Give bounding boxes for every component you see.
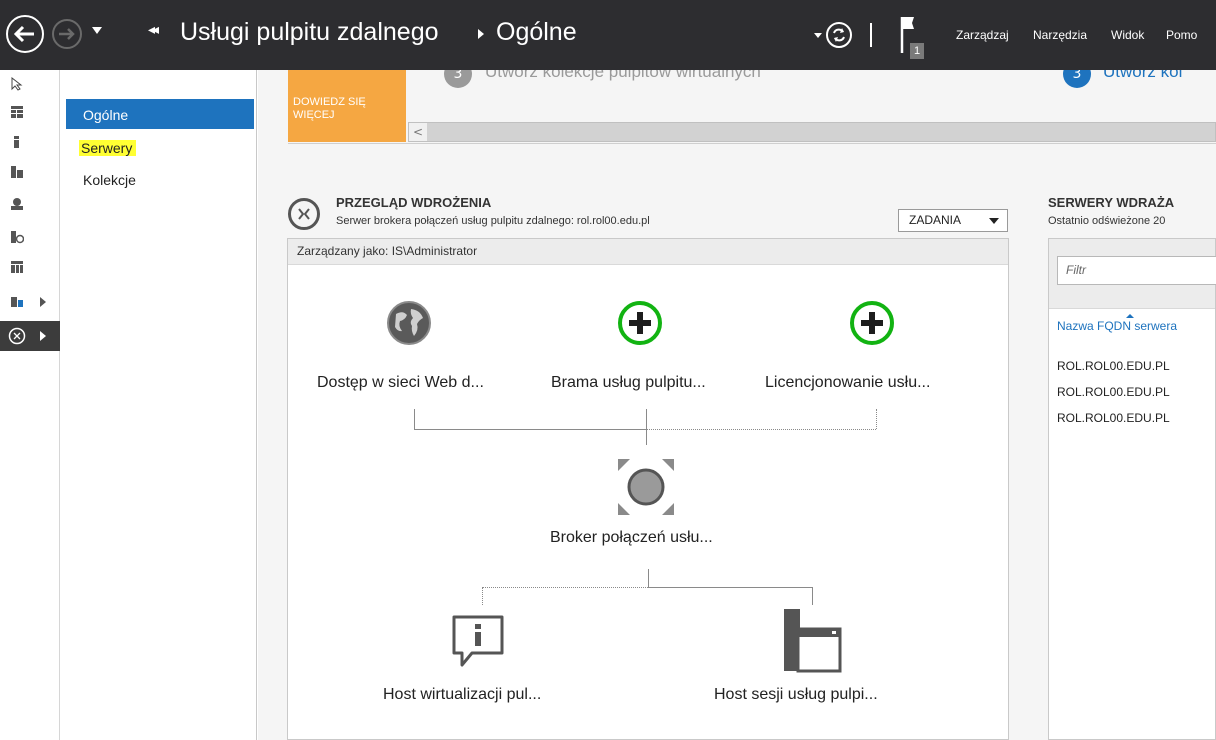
globe-icon[interactable] bbox=[386, 300, 432, 346]
connection-broker-icon[interactable] bbox=[616, 457, 676, 517]
notification-count: 1 bbox=[914, 45, 921, 57]
connector-dotted bbox=[482, 587, 648, 588]
managed-as-label: Zarządzany jako: IS\Administrator bbox=[288, 239, 1008, 265]
menu-tools[interactable]: Narzędzia bbox=[1033, 28, 1087, 42]
menu-view[interactable]: Widok bbox=[1111, 28, 1144, 42]
add-gateway-icon[interactable] bbox=[617, 300, 663, 346]
nav-item-label: Serwery bbox=[79, 140, 137, 156]
connector-line bbox=[648, 569, 649, 587]
remote-desktop-services-icon bbox=[8, 327, 26, 345]
server-manager-icon-strip bbox=[0, 70, 60, 740]
title-bar: ◂◂ Usługi pulpitu zdalnego Ogólne 1 Zarz… bbox=[0, 0, 1216, 70]
content-area: DOWIEDZ SIĘ WIĘCEJ 3 Utwórz kolekcje pul… bbox=[258, 70, 1216, 740]
connector-dotted bbox=[646, 429, 876, 430]
strip-active-row[interactable] bbox=[0, 321, 60, 351]
connector-line bbox=[648, 587, 812, 588]
history-dropdown-icon[interactable] bbox=[92, 27, 102, 34]
forward-button[interactable] bbox=[52, 19, 82, 49]
node-gateway-label[interactable]: Brama usług pulpitu... bbox=[551, 374, 706, 392]
session-host-icon[interactable] bbox=[782, 607, 844, 673]
node-licensing-label[interactable]: Licencjonowanie usłu... bbox=[765, 374, 930, 392]
refresh-button[interactable] bbox=[826, 22, 852, 48]
connector-dotted bbox=[482, 587, 483, 605]
back-button[interactable] bbox=[6, 15, 44, 53]
filter-input[interactable]: Filtr bbox=[1057, 256, 1216, 285]
refresh-dropdown-icon[interactable] bbox=[814, 33, 822, 38]
expand-arrow-icon[interactable] bbox=[40, 297, 46, 307]
info-bubble-icon[interactable] bbox=[450, 613, 506, 671]
learn-more-tile[interactable]: DOWIEDZ SIĘ WIĘCEJ bbox=[288, 70, 406, 142]
servers-title: SERWERY WDRAŻA bbox=[1048, 195, 1175, 210]
nav-item-label: Ogólne bbox=[83, 107, 129, 123]
arrow-right-icon bbox=[59, 28, 75, 40]
scroll-left-button[interactable]: < bbox=[409, 123, 427, 141]
overview-title: PRZEGLĄD WDROŻENIA bbox=[336, 195, 492, 210]
dashboard-icon[interactable] bbox=[10, 105, 24, 119]
menu-help[interactable]: Pomo bbox=[1166, 28, 1197, 42]
breadcrumb-separator-icon bbox=[478, 29, 484, 39]
horizontal-scrollbar[interactable]: < bbox=[408, 122, 1216, 142]
nav-item-overview[interactable]: Ogólne bbox=[66, 99, 254, 129]
node-web-access-label[interactable]: Dostęp w sieci Web d... bbox=[317, 374, 484, 392]
connector-dotted bbox=[876, 409, 877, 429]
node-broker-label[interactable]: Broker połączeń usłu... bbox=[550, 529, 713, 547]
nav-item-servers[interactable]: Serwery bbox=[66, 132, 254, 162]
tasks-label: ZADANIA bbox=[909, 213, 962, 227]
all-servers-icon[interactable] bbox=[10, 165, 24, 179]
step-label[interactable]: Utwórz kol bbox=[1103, 70, 1182, 82]
add-licensing-icon[interactable] bbox=[849, 300, 895, 346]
filter-bar: Filtr bbox=[1049, 239, 1216, 309]
local-server-icon[interactable] bbox=[10, 135, 24, 149]
tasks-dropdown[interactable]: ZADANIA bbox=[898, 209, 1008, 232]
step-label[interactable]: Utwórz kolekcje pulpitów wirtualnych bbox=[485, 70, 761, 82]
deployment-overview-icon bbox=[288, 198, 320, 230]
sort-ascending-icon bbox=[1126, 314, 1134, 318]
step-number: 3 bbox=[444, 70, 472, 88]
divider bbox=[288, 143, 1216, 144]
node-virtualization-host-label[interactable]: Host wirtualizacji pul... bbox=[383, 686, 541, 704]
cursor-icon[interactable] bbox=[10, 77, 24, 91]
connector-dotted bbox=[646, 409, 647, 429]
breadcrumb-root[interactable]: Usługi pulpitu zdalnego bbox=[180, 18, 439, 47]
column-header-fqdn[interactable]: Nazwa FQDN serwera bbox=[1057, 319, 1177, 333]
chevron-down-icon bbox=[989, 218, 999, 224]
step-number: 3 bbox=[1063, 70, 1091, 88]
table-row[interactable]: ROL.ROL00.EDU.PL bbox=[1057, 359, 1170, 373]
ad-ds-icon[interactable] bbox=[10, 197, 24, 211]
connector-line bbox=[414, 429, 646, 430]
nav-item-label: Kolekcje bbox=[83, 172, 136, 188]
arrow-left-icon bbox=[13, 25, 34, 43]
overview-subtitle: Serwer brokera połączeń usług pulpitu zd… bbox=[336, 215, 650, 227]
rds-navigation: Ogólne Serwery Kolekcje bbox=[61, 70, 257, 740]
deployment-overview-panel: Zarządzany jako: IS\Administrator Dostęp… bbox=[287, 238, 1009, 740]
deployment-arrows-icon bbox=[298, 208, 310, 220]
breadcrumb-current: Ogólne bbox=[496, 18, 577, 46]
servers-last-refreshed: Ostatnio odświeżone 20 bbox=[1048, 215, 1166, 227]
table-row[interactable]: ROL.ROL00.EDU.PL bbox=[1057, 411, 1170, 425]
iis-icon[interactable] bbox=[10, 260, 24, 274]
servers-panel: Filtr Nazwa FQDN serwera ROL.ROL00.EDU.P… bbox=[1048, 238, 1216, 740]
connector-line bbox=[812, 587, 813, 605]
server-group-icon[interactable] bbox=[10, 294, 24, 308]
file-services-icon[interactable] bbox=[10, 230, 24, 244]
breadcrumb-overflow-icon[interactable]: ◂◂ bbox=[148, 22, 159, 38]
expand-arrow-icon[interactable] bbox=[40, 331, 46, 341]
toolbar-separator bbox=[870, 23, 872, 47]
node-session-host-label[interactable]: Host sesji usług pulpi... bbox=[714, 686, 878, 704]
nav-item-collections[interactable]: Kolekcje bbox=[66, 164, 254, 194]
table-row[interactable]: ROL.ROL00.EDU.PL bbox=[1057, 385, 1170, 399]
menu-manage[interactable]: Zarządzaj bbox=[956, 28, 1009, 42]
refresh-icon bbox=[833, 28, 845, 42]
connector-line bbox=[414, 409, 415, 430]
notifications-button[interactable]: 1 bbox=[898, 13, 934, 61]
